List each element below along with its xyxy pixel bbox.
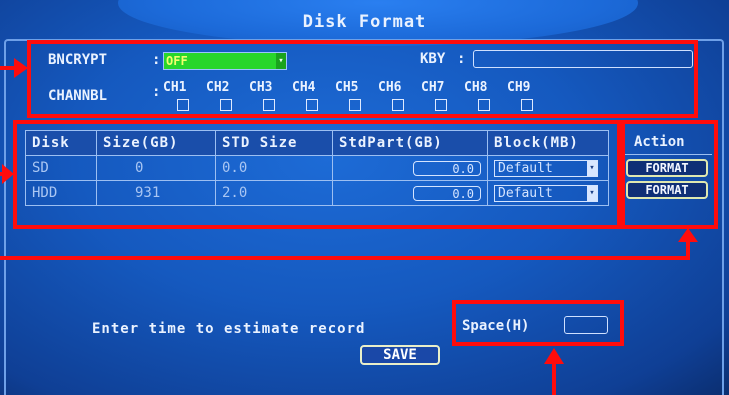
arrowhead-icon (544, 348, 564, 364)
arrowhead-icon (678, 228, 698, 242)
annotation-line-space (552, 362, 556, 395)
arrowhead-icon (14, 58, 28, 78)
annotation-box-space (452, 300, 624, 346)
estimate-label: Enter time to estimate record (92, 321, 366, 337)
arrowhead-icon (2, 164, 14, 184)
annotation-line-action (0, 256, 690, 260)
window-title: Disk Format (302, 12, 427, 32)
annotation-box-table (13, 120, 621, 229)
save-button[interactable]: SAVE (360, 345, 440, 365)
annotation-box-encrypt (27, 40, 698, 118)
annotation-box-action (621, 120, 718, 229)
